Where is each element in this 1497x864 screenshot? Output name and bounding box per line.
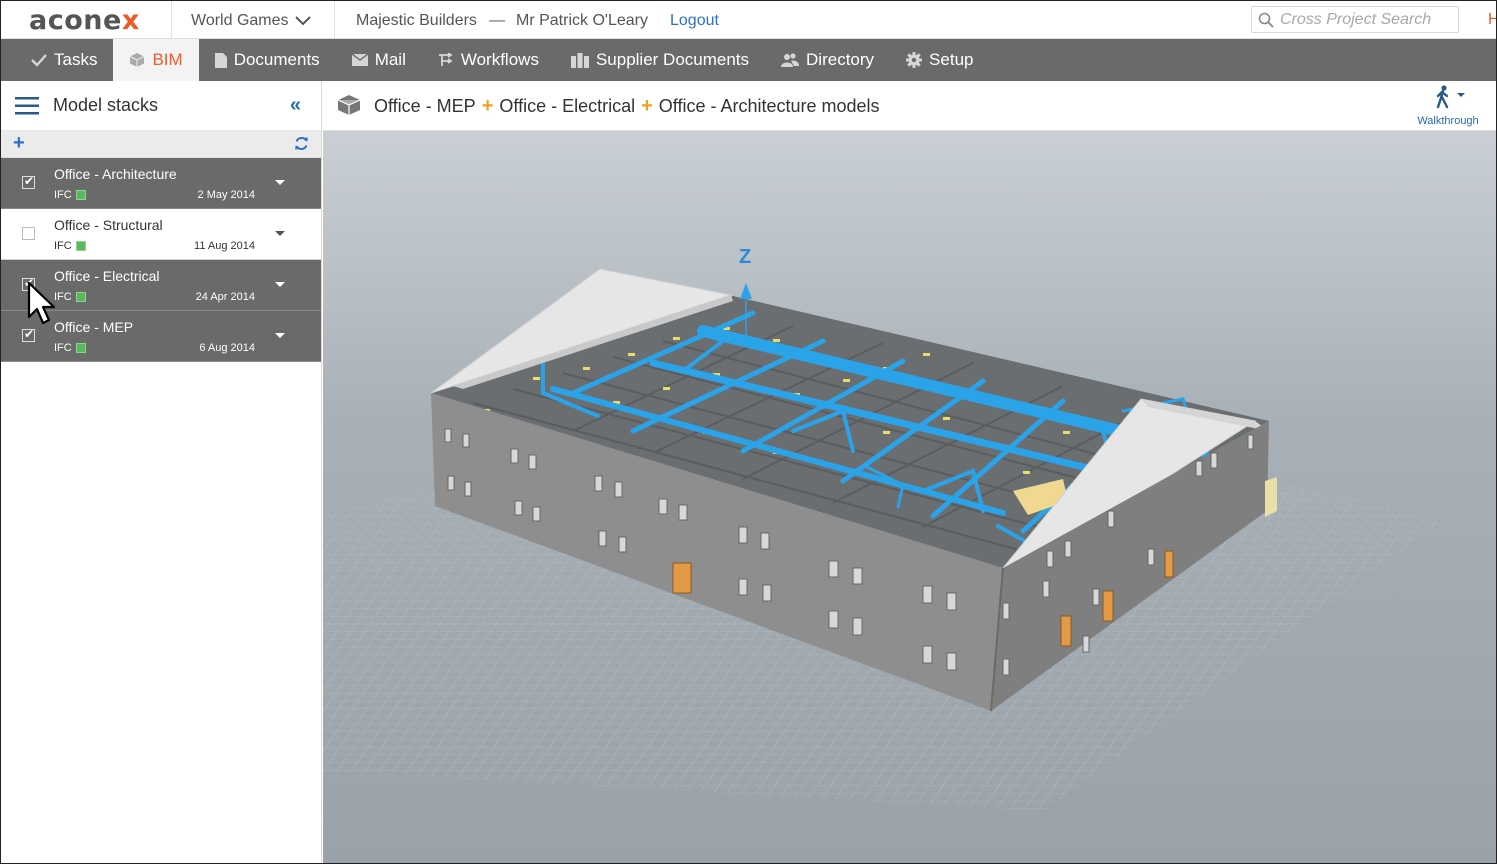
stack-name: Office - Architecture [54, 166, 177, 182]
divider [334, 1, 335, 39]
nav-label: Supplier Documents [595, 50, 750, 69]
stack-type: IFC [54, 291, 86, 303]
search-icon [1258, 12, 1274, 28]
app-window: aconex World Games Majestic Builders — M… [0, 0, 1497, 864]
nav-label: BIM [152, 50, 183, 69]
stack-name: Office - Structural [54, 217, 163, 233]
nav-workflows[interactable]: Workflows [422, 39, 555, 81]
top-bar: aconex World Games Majestic Builders — M… [1, 1, 1496, 39]
aconex-logo[interactable]: aconex [29, 5, 140, 36]
hamburger-menu-icon[interactable] [15, 96, 39, 115]
panel-header: Model stacks « [1, 81, 321, 131]
stack-item[interactable]: ✔ Office - Architecture IFC 2 May 2014 [1, 158, 321, 209]
stack-date: 6 Aug 2014 [199, 342, 255, 354]
organization-name: Majestic Builders [356, 12, 477, 29]
nav-bim[interactable]: BIM [113, 39, 199, 81]
supplier-icon [570, 52, 589, 68]
walking-person-icon [1436, 85, 1465, 109]
panel-title: Model stacks [53, 95, 159, 115]
mail-icon [351, 54, 368, 66]
nav-supplier-documents[interactable]: Supplier Documents [555, 39, 765, 81]
stack-checkbox[interactable]: ✔ [22, 327, 35, 342]
caret-down-icon[interactable] [275, 282, 285, 287]
stack-name: Office - MEP [54, 319, 134, 335]
nav-documents[interactable]: Documents [199, 39, 336, 81]
model-cube-icon [337, 95, 361, 115]
stack-date: 24 Apr 2014 [195, 291, 255, 303]
add-stack-icon[interactable]: + [13, 132, 25, 155]
stack-type: IFC [54, 189, 86, 201]
nav-label: Setup [929, 50, 974, 69]
z-axis-label: Z [739, 246, 751, 268]
search-input[interactable] [1280, 10, 1455, 29]
nav-label: Directory [806, 50, 875, 69]
building-model[interactable]: Z [323, 131, 1497, 864]
refresh-icon[interactable] [294, 136, 309, 151]
plus-icon: + [481, 95, 494, 117]
breadcrumb-model: Office - Electrical [499, 96, 636, 116]
caret-down-icon[interactable] [275, 180, 285, 185]
nav-label: Tasks [54, 50, 98, 69]
3d-viewport[interactable]: Z [323, 131, 1497, 864]
stack-item[interactable]: Office - Structural IFC 11 Aug 2014 [1, 209, 321, 260]
document-icon [214, 52, 227, 68]
stack-checkbox[interactable] [22, 227, 35, 240]
caret-down-icon[interactable] [275, 231, 285, 236]
workflow-icon [438, 52, 454, 68]
z-axis-arrow [740, 283, 752, 299]
divider [171, 1, 172, 39]
help-link[interactable]: H [1488, 11, 1496, 29]
breadcrumb-model: Office - MEP [374, 96, 476, 116]
nav-directory[interactable]: Directory [765, 39, 890, 81]
gear-icon [906, 52, 923, 68]
stack-type: IFC [54, 240, 86, 252]
stack-date: 2 May 2014 [197, 189, 255, 201]
check-icon [31, 53, 47, 67]
nav-label: Workflows [460, 50, 539, 69]
plus-icon: + [641, 95, 653, 117]
user-name[interactable]: Mr Patrick O'Leary [516, 12, 648, 30]
collapse-panel-icon[interactable]: « [290, 94, 301, 117]
stack-date: 11 Aug 2014 [194, 240, 255, 252]
caret-down-icon[interactable] [275, 333, 285, 338]
nav-tasks[interactable]: Tasks [1, 39, 113, 81]
status-ok-icon [75, 292, 86, 302]
status-ok-icon [75, 343, 86, 353]
model-viewer: Office - MEP + Office - Electrical + Off… [323, 81, 1497, 864]
model-breadcrumb: Office - MEP + Office - Electrical + Off… [374, 95, 880, 118]
nav-label: Mail [374, 50, 406, 69]
walkthrough-button[interactable]: Walkthrough [1416, 85, 1480, 127]
nav-label: Documents [233, 50, 320, 69]
stack-type: IFC [54, 342, 86, 354]
viewer-header: Office - MEP + Office - Electrical + Off… [323, 81, 1496, 131]
status-ok-icon [75, 241, 86, 251]
people-icon [781, 53, 800, 67]
chevron-down-icon [294, 16, 311, 26]
model-stacks-panel: Model stacks « + ✔ Office - Architecture… [1, 81, 322, 863]
logout-link[interactable]: Logout [670, 12, 719, 30]
panel-toolbar: + [1, 131, 321, 158]
stack-name: Office - Electrical [54, 268, 160, 284]
header-separator: — [489, 12, 505, 29]
walkthrough-label: Walkthrough [1417, 115, 1479, 127]
mouse-cursor-icon [27, 281, 56, 325]
cube-icon [129, 52, 145, 68]
nav-setup[interactable]: Setup [890, 39, 989, 81]
rooftop-unit [1265, 477, 1277, 517]
main-nav: Tasks BIM Documents Mail Workflows Suppl… [1, 39, 1496, 81]
stack-checkbox[interactable]: ✔ [22, 174, 35, 189]
nav-mail[interactable]: Mail [336, 39, 422, 81]
breadcrumb-model: Office - Architecture models [658, 96, 880, 116]
project-selector[interactable]: World Games [191, 12, 311, 30]
project-name: World Games [191, 12, 289, 29]
status-ok-icon [75, 190, 86, 200]
cross-project-search[interactable] [1251, 6, 1459, 33]
